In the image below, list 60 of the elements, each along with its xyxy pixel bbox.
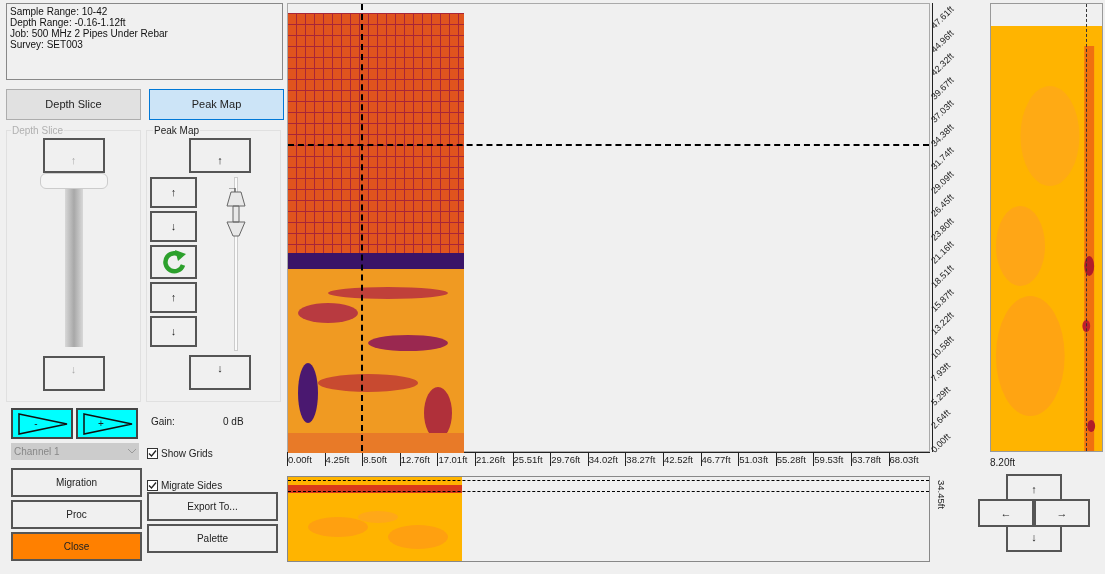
axis-label: 8.50ft <box>362 453 400 466</box>
left-button[interactable]: ← <box>978 499 1034 527</box>
axis-label: 17.01ft <box>437 453 475 466</box>
axis-label: 25.51ft <box>512 453 551 466</box>
action-button[interactable]: Export To... <box>147 492 278 521</box>
refresh-icon <box>160 248 187 276</box>
axis-label: 59.53ft <box>813 453 851 466</box>
up-button[interactable]: ↑ <box>1006 474 1062 501</box>
down-button[interactable]: ↓ <box>189 355 251 390</box>
axis-label: 38.27ft <box>625 453 663 466</box>
checkbox[interactable] <box>147 479 158 491</box>
axis-label: 63.78ft <box>850 453 889 466</box>
strip-label: 34.45ft <box>935 480 947 510</box>
amplifier-button[interactable]: - <box>11 408 73 439</box>
arrow-button[interactable]: ↓ <box>150 211 197 242</box>
gain-value: 0 dB <box>223 415 244 429</box>
checkbox-row[interactable]: Migrate Sides <box>147 477 278 493</box>
action-button[interactable]: Migration <box>11 468 142 497</box>
axis-label: 0.00ft <box>287 453 325 466</box>
axis-label: 34.02ft <box>587 453 626 466</box>
sign-label: - <box>34 418 38 429</box>
close-button[interactable]: Close <box>11 532 142 561</box>
info-line: Survey: SET003 <box>10 39 84 50</box>
checkbox[interactable] <box>147 447 158 459</box>
gain-label: Gain: <box>151 415 176 429</box>
info-line: Job: 500 MHz 2 Pipes Under Rebar <box>10 28 169 39</box>
arrow-button[interactable]: ↓ <box>150 316 197 347</box>
up-button[interactable]: ↑ <box>189 138 251 173</box>
refresh-button[interactable] <box>150 245 197 279</box>
axis-label: 46.77ft <box>700 453 739 466</box>
sign-label: + <box>98 418 104 429</box>
right-button[interactable]: → <box>1034 499 1090 527</box>
amplifier-button[interactable]: + <box>76 408 138 439</box>
side-label: 8.20ft <box>990 456 1017 470</box>
checkbox-row[interactable]: Show Grids <box>147 445 278 461</box>
chevron-icon <box>128 449 136 454</box>
tab[interactable]: Peak Map <box>149 89 284 120</box>
axis-label: 12.76ft <box>399 453 438 466</box>
arrow-button[interactable]: ↑ <box>150 282 197 313</box>
triangle-icon <box>17 413 69 435</box>
triangle-icon <box>82 413 134 435</box>
info-line: Depth Range: -0.16-1.12ft <box>10 17 126 28</box>
action-button[interactable]: Palette <box>147 524 278 553</box>
check-icon <box>148 480 157 490</box>
slider-thumb[interactable] <box>225 187 247 240</box>
axis-label: 55.28ft <box>775 453 814 466</box>
axis-label: 51.03ft <box>738 453 776 466</box>
group-title: Depth Slice <box>11 123 65 138</box>
arrow-button[interactable]: ↑ <box>150 177 197 208</box>
axis-label: 68.03ft <box>888 453 927 466</box>
axis-label: 21.26ft <box>474 453 513 466</box>
tab[interactable]: Depth Slice <box>6 89 141 120</box>
group-title: Peak Map <box>153 123 201 138</box>
axis-label: 42.52ft <box>662 453 701 466</box>
check-icon <box>148 448 157 458</box>
axis-label: 4.25ft <box>324 453 363 466</box>
info-line: Sample Range: 10-42 <box>10 6 108 17</box>
down-button[interactable]: ↓ <box>1006 525 1062 552</box>
axis-label: 29.76ft <box>550 453 588 466</box>
action-button[interactable]: Proc <box>11 500 142 529</box>
